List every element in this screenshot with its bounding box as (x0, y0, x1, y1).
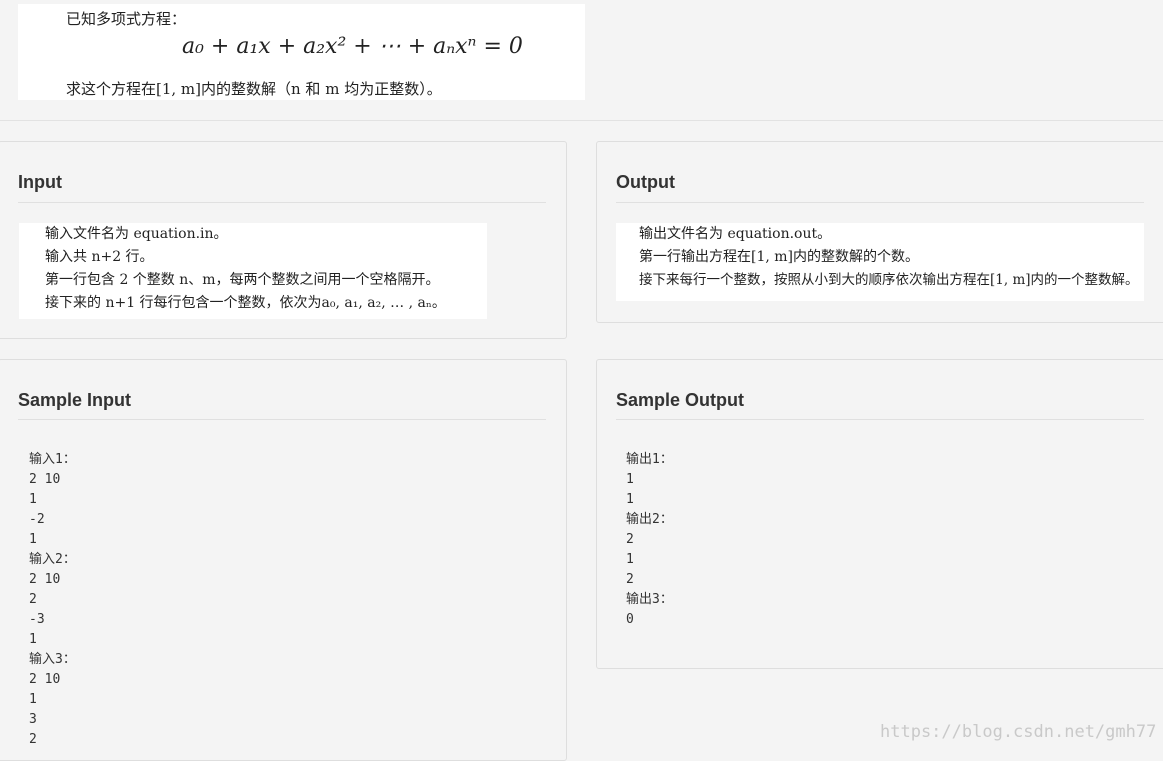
sample-input-card: Sample Input 输入1： 2 10 1 -2 1 输入2： 2 10 … (0, 359, 567, 761)
input-line: 输入共 n+2 行。 (45, 249, 154, 265)
section-divider (0, 120, 1163, 121)
input-title-rule (18, 202, 546, 203)
output-description: 输出文件名为 equation.out。 第一行输出方程在[1, m]内的整数解… (616, 223, 1144, 301)
output-line: 第一行输出方程在[1, m]内的整数解的个数。 (639, 249, 920, 265)
input-line: 接下来的 n+1 行每行包含一个整数，依次为a₀, a₁, a₂, … , aₙ… (45, 295, 446, 311)
sample-output-text: 输出1： 1 1 输出2： 2 1 2 输出3： 0 (626, 452, 673, 627)
input-description: 输入文件名为 equation.in。 输入共 n+2 行。 第一行包含 2 个… (19, 223, 487, 319)
input-title: Input (18, 172, 62, 192)
sample-input-title: Sample Input (18, 390, 132, 410)
output-title: Output (616, 172, 675, 192)
output-line: 接下来每行一个整数，按照从小到大的顺序依次输出方程在[1, m]内的一个整数解。 (639, 272, 1139, 288)
problem-question: 求这个方程在[1, m]内的整数解（n 和 m 均为正整数）。 (66, 80, 442, 98)
polynomial-equation: a₀ + a₁x + a₂x² + ⋯ + aₙxⁿ = 0 (182, 34, 523, 59)
output-card: Output 输出文件名为 equation.out。 第一行输出方程在[1, … (596, 141, 1163, 323)
input-line: 第一行包含 2 个整数 n、m，每两个整数之间用一个空格隔开。 (45, 272, 440, 288)
sample-input-title-rule (18, 419, 546, 420)
output-line: 输出文件名为 equation.out。 (639, 226, 832, 242)
problem-statement: 已知多项式方程： a₀ + a₁x + a₂x² + ⋯ + aₙxⁿ = 0 … (18, 4, 585, 100)
input-line: 输入文件名为 equation.in。 (45, 226, 228, 242)
sample-output-title-rule (616, 419, 1144, 420)
problem-intro: 已知多项式方程： (66, 10, 187, 28)
sample-input-text: 输入1： 2 10 1 -2 1 输入2： 2 10 2 -3 1 输入3： 2… (29, 452, 76, 747)
input-card: Input 输入文件名为 equation.in。 输入共 n+2 行。 第一行… (0, 141, 567, 339)
watermark: https://blog.csdn.net/gmh77 (880, 722, 1157, 742)
sample-output-card: Sample Output 输出1： 1 1 输出2： 2 1 2 输出3： 0 (596, 359, 1163, 669)
output-title-rule (616, 202, 1144, 203)
sample-output-title: Sample Output (616, 390, 745, 410)
